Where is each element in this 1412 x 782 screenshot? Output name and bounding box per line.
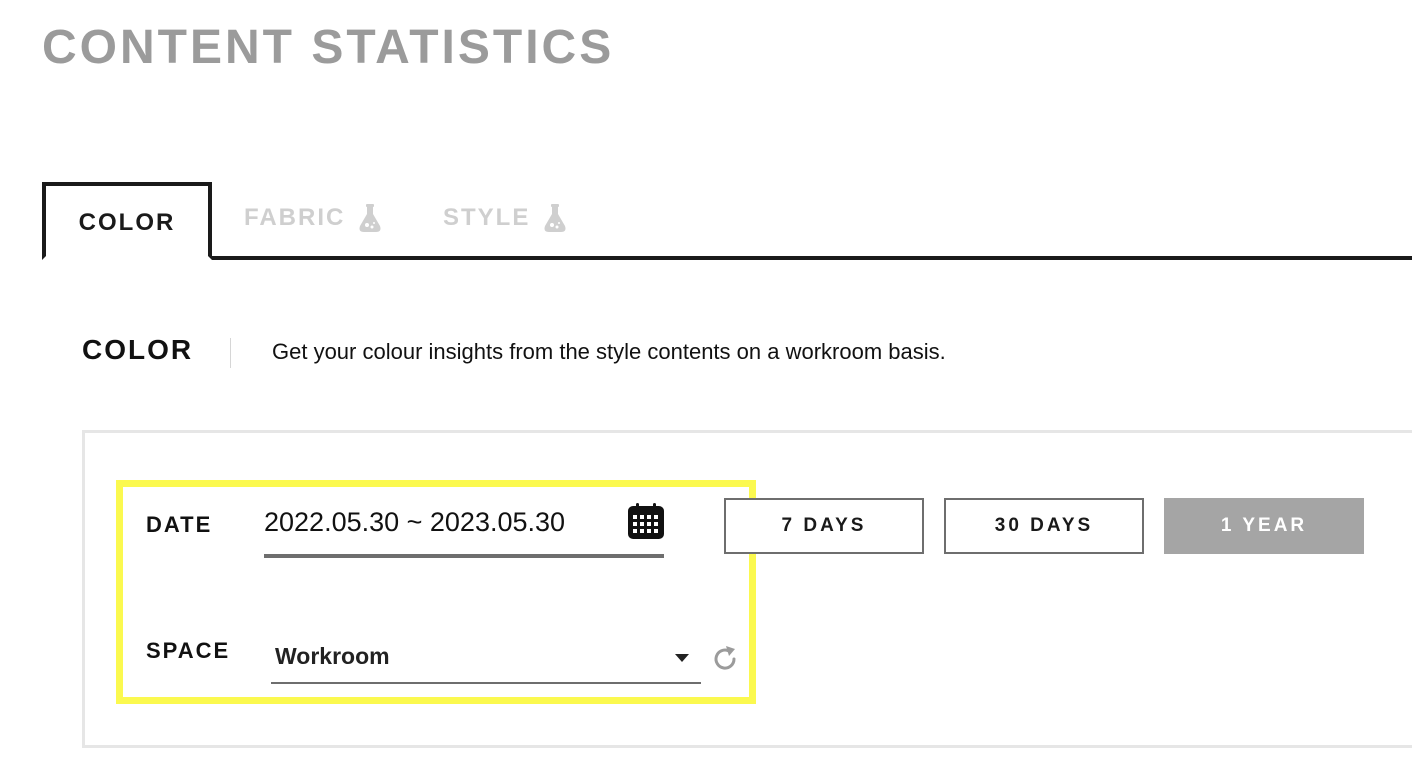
tab-style-label: STYLE bbox=[443, 204, 531, 231]
tabs-underline bbox=[42, 256, 1412, 260]
tab-color[interactable]: COLOR bbox=[42, 182, 212, 260]
space-select[interactable]: Workroom bbox=[271, 632, 701, 684]
space-select-value: Workroom bbox=[275, 643, 390, 669]
flask-icon bbox=[544, 204, 566, 232]
section-description: Get your colour insights from the style … bbox=[272, 339, 946, 364]
period-30-days-button[interactable]: 30 DAYS bbox=[944, 498, 1144, 554]
section-divider bbox=[230, 338, 231, 368]
tab-style[interactable]: STYLE bbox=[443, 198, 568, 238]
period-1-year-button[interactable]: 1 YEAR bbox=[1164, 498, 1364, 554]
calendar-icon[interactable] bbox=[627, 502, 665, 540]
caret-down-icon bbox=[675, 654, 689, 662]
tab-color-label: COLOR bbox=[78, 209, 176, 236]
section-title: COLOR bbox=[82, 334, 194, 365]
tab-fabric[interactable]: FABRIC bbox=[244, 198, 383, 238]
date-range-field[interactable]: 2022.05.30 ~ 2023.05.30 bbox=[264, 498, 664, 558]
content-statistics-page: CONTENT STATISTICS COLOR FABRIC STYLE CO… bbox=[0, 0, 1412, 782]
date-label: DATE bbox=[146, 512, 213, 537]
tab-fabric-label: FABRIC bbox=[244, 204, 346, 231]
refresh-icon[interactable] bbox=[710, 644, 740, 674]
flask-icon bbox=[359, 204, 381, 232]
period-7-days-button[interactable]: 7 DAYS bbox=[724, 498, 924, 554]
space-label: SPACE bbox=[146, 638, 231, 663]
page-title: CONTENT STATISTICS bbox=[42, 21, 615, 74]
date-range-value: 2022.05.30 ~ 2023.05.30 bbox=[264, 507, 566, 537]
